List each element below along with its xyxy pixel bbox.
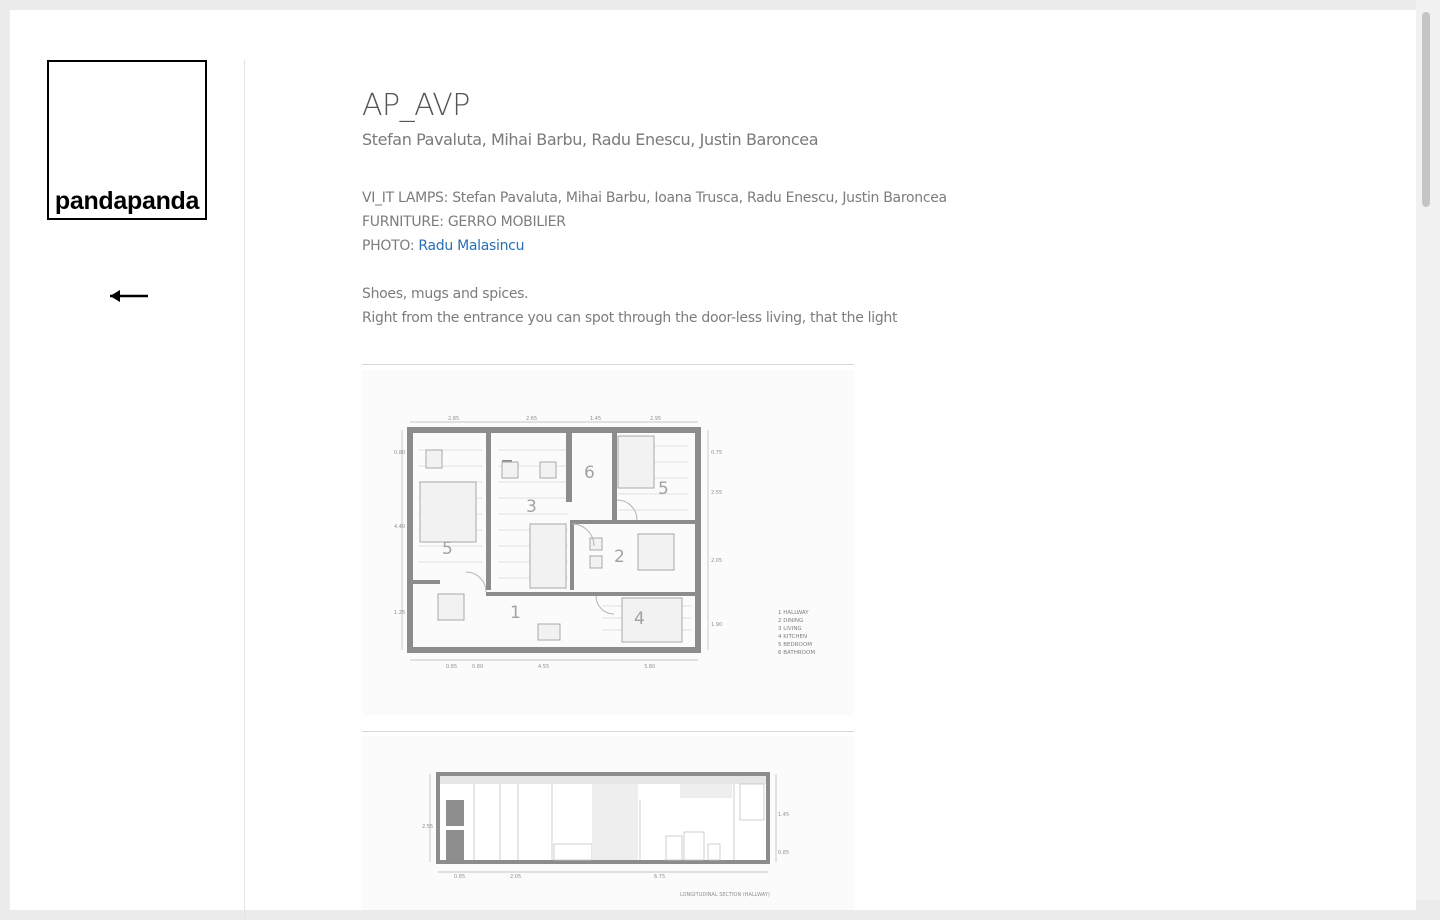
plan-left-dim-3: 1.25 (394, 610, 405, 616)
plan-bottom-dim-3: 4.55 (538, 664, 549, 670)
section-right-dim-2: 0.85 (778, 850, 789, 856)
legend-item-1: 1 HALLWAY (778, 610, 809, 616)
page-container: pandapanda AP_AVP Stefan Pavaluta, Mihai… (10, 10, 1416, 920)
scrollbar-thumb[interactable] (1422, 12, 1430, 207)
room-number-5a: 5 (442, 539, 453, 559)
section-bottom-dim-2: 2.05 (510, 874, 521, 880)
legend-item-4: 4 KITCHEN (778, 634, 807, 640)
credit-furniture: FURNITURE: GERRO MOBILIER (362, 214, 566, 230)
credit-photo-label: PHOTO: (362, 238, 415, 254)
plan-bottom-dim-1: 0.85 (446, 664, 457, 670)
plan-right-dim-1: 0.75 (711, 450, 722, 456)
plan-right-dim-2: 2.55 (711, 490, 722, 496)
project-content: AP_AVP Stefan Pavaluta, Mihai Barbu, Rad… (362, 86, 1062, 330)
back-arrow-icon[interactable] (106, 286, 150, 306)
room-number-2: 2 (614, 547, 625, 567)
plan-bottom-dim-4: 3.80 (644, 664, 655, 670)
plan-bottom-dim-2: 0.80 (472, 664, 483, 670)
room-number-4: 4 (634, 609, 645, 629)
scrollbar[interactable] (1416, 0, 1440, 900)
section-caption: LONGITUDINAL SECTION (HALLWAY) (680, 892, 770, 898)
project-description: Shoes, mugs and spices. Right from the e… (362, 282, 1062, 330)
room-number-6: 6 (584, 463, 595, 483)
credit-lamps: VI_IT LAMPS: Stefan Pavaluta, Mihai Barb… (362, 190, 947, 206)
section-image: 0.85 2.05 6.75 2.55 1.45 0.85 LONGITUDIN… (362, 736, 854, 910)
legend-item-6: 6 BATHROOM (778, 650, 815, 656)
room-number-1: 1 (510, 603, 521, 623)
room-number-3: 3 (526, 497, 537, 517)
plan-left-dim-1: 0.80 (394, 450, 405, 456)
description-line-1: Shoes, mugs and spices. (362, 286, 529, 302)
plan-top-dim-1: 2.85 (448, 416, 459, 422)
section-right-dim-1: 1.45 (778, 812, 789, 818)
sidebar-divider (244, 60, 245, 920)
floor-plan-image: 1 2 3 4 5 5 6 2.85 2.65 1.45 2.95 0.85 0… (362, 370, 854, 715)
section-left-dim-1: 2.55 (422, 824, 433, 830)
plan-top-dim-3: 1.45 (590, 416, 601, 422)
section-bottom-dim-1: 0.85 (454, 874, 465, 880)
logo-text: pandapanda (54, 187, 200, 215)
plan-left-dim-2: 4.40 (394, 524, 405, 530)
separator-line (362, 364, 854, 365)
legend-item-3: 3 LIVING (778, 626, 802, 632)
description-line-2: Right from the entrance you can spot thr… (362, 310, 898, 326)
plan-right-dim-3: 2.05 (711, 558, 722, 564)
project-credits: VI_IT LAMPS: Stefan Pavaluta, Mihai Barb… (362, 186, 1062, 258)
legend-item-2: 2 DINING (778, 618, 803, 624)
room-number-5b: 5 (658, 479, 669, 499)
plan-top-dim-2: 2.65 (526, 416, 537, 422)
logo[interactable]: pandapanda (47, 60, 207, 220)
plan-top-dim-4: 2.95 (650, 416, 661, 422)
section-bottom-dim-3: 6.75 (654, 874, 665, 880)
credit-photo: PHOTO: Radu Malasincu (362, 234, 1062, 258)
photographer-link[interactable]: Radu Malasincu (418, 238, 524, 254)
legend-item-5: 5 BEDROOM (778, 642, 812, 648)
project-authors: Stefan Pavaluta, Mihai Barbu, Radu Enesc… (362, 130, 819, 149)
page-title: AP_AVP (362, 88, 470, 123)
plan-right-dim-4: 1.90 (711, 622, 722, 628)
separator-line (362, 731, 854, 732)
